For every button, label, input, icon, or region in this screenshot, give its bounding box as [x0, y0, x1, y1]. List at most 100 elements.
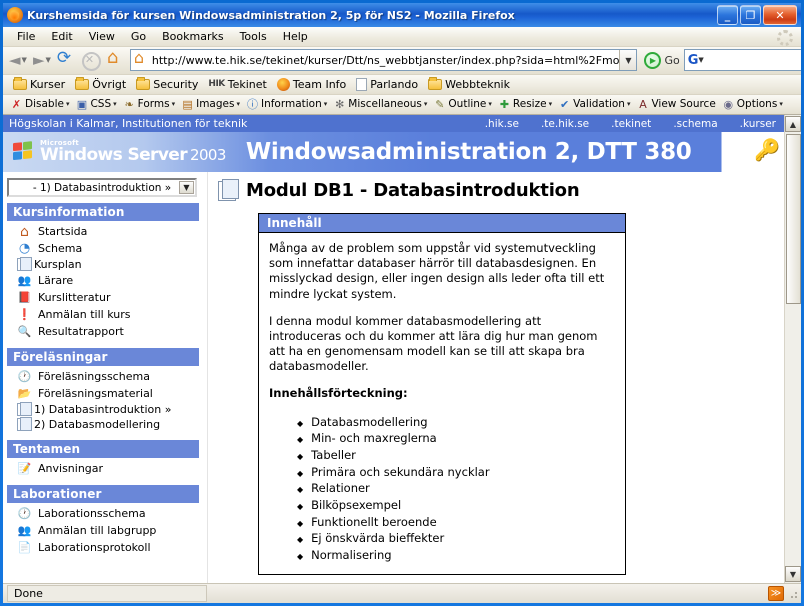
- search-engine-dropdown-icon[interactable]: ▼: [698, 56, 703, 64]
- devtool-label: Miscellaneous: [348, 98, 422, 111]
- site-banner: Microsoft Windows Server 2003 Windowsadm…: [3, 132, 784, 172]
- menu-go[interactable]: Go: [123, 28, 154, 45]
- resize-gripper[interactable]: [787, 588, 799, 600]
- windows-server-logo: Microsoft Windows Server 2003: [13, 140, 226, 164]
- devtool-css[interactable]: ▣ CSS ▾: [72, 97, 119, 112]
- devtool-resize[interactable]: ✚ Resize ▾: [495, 97, 555, 112]
- bookmark-webbteknik[interactable]: Webbteknik: [424, 76, 514, 92]
- maximize-button[interactable]: ❐: [740, 5, 761, 25]
- devtool-view-source[interactable]: A View Source: [633, 97, 718, 112]
- forward-dropdown-icon[interactable]: ▼: [45, 56, 50, 64]
- site-link-te-hik[interactable]: .te.hik.se: [541, 118, 589, 130]
- devtool-disable[interactable]: ✗ Disable ▾: [7, 97, 72, 112]
- chevron-down-icon: ▾: [423, 100, 428, 109]
- scroll-up-button[interactable]: ▲: [785, 116, 801, 132]
- devtool-miscellaneous[interactable]: ✻ Miscellaneous ▾: [330, 97, 430, 112]
- sidebar-item-resultatrapport[interactable]: Resultatrapport: [7, 323, 203, 340]
- bookmark-ovrigt[interactable]: Övrigt: [71, 76, 130, 92]
- minimize-button[interactable]: _: [717, 5, 738, 25]
- sidebar-item-forelasningsschema[interactable]: Föreläsningsschema: [7, 368, 203, 385]
- reload-button[interactable]: [55, 48, 77, 72]
- toc-item-label: Relationer: [311, 481, 370, 496]
- panel-paragraph-2: I denna modul kommer databasmodellering …: [269, 313, 598, 374]
- forward-button[interactable]: ► ▼: [31, 48, 53, 72]
- menu-view[interactable]: View: [81, 28, 123, 45]
- bookmark-tekinet[interactable]: HIK Tekinet: [204, 77, 270, 92]
- address-bar[interactable]: http://www.te.hik.se/tekinet/kurser/Dtt/…: [129, 48, 638, 72]
- sidebar-item-databasmodellering[interactable]: 2) Databasmodellering: [7, 417, 203, 432]
- key-icon: 🔑: [754, 138, 781, 162]
- sidebar-item-laborationsschema[interactable]: Laborationsschema: [7, 505, 203, 522]
- devtool-validation[interactable]: ✔ Validation ▾: [555, 97, 633, 112]
- devtool-label: Information: [260, 98, 322, 111]
- site-links: .hik.se .te.hik.se .tekinet .schema .kur…: [485, 118, 776, 130]
- site-link-hik[interactable]: .hik.se: [485, 118, 519, 130]
- sidebar-item-label: Schema: [38, 242, 83, 255]
- site-link-schema[interactable]: .schema: [673, 118, 717, 130]
- options-icon: ◉: [723, 97, 734, 111]
- stop-button[interactable]: [79, 48, 101, 72]
- sidebar-item-laborationsprotokoll[interactable]: Laborationsprotokoll: [7, 539, 203, 556]
- devtool-images[interactable]: ▤ Images ▾: [178, 97, 243, 112]
- course-title: Windowsadministration 2, DTT 380: [245, 139, 692, 165]
- nav-list: Laborationsschema Anmälan till labgrupp …: [7, 503, 203, 556]
- page-scrollbar[interactable]: ▲ ▼: [784, 115, 801, 583]
- back-dropdown-icon[interactable]: ▼: [22, 56, 27, 64]
- sidebar-item-larare[interactable]: Lärare: [7, 272, 203, 289]
- scroll-down-button[interactable]: ▼: [785, 566, 801, 582]
- rss-icon[interactable]: ≫: [768, 586, 784, 601]
- devtool-options[interactable]: ◉ Options ▾: [719, 97, 786, 112]
- bookmark-team-info[interactable]: Team Info: [273, 77, 350, 92]
- sidebar-item-anvisningar[interactable]: Anvisningar: [7, 460, 203, 477]
- folder-icon: [428, 76, 443, 90]
- close-button[interactable]: ✕: [763, 5, 797, 25]
- search-input[interactable]: G ▼: [683, 49, 801, 72]
- sidebar-item-label: Resultatrapport: [38, 325, 124, 338]
- folder-icon: [17, 386, 32, 401]
- address-history-dropdown-icon[interactable]: ▼: [619, 50, 637, 71]
- bookmark-security[interactable]: Security: [132, 76, 202, 92]
- menu-tools[interactable]: Tools: [232, 28, 275, 45]
- nav-group-laborationer: Laborationer Laborationsschema Anmälan t…: [7, 485, 203, 556]
- miscellaneous-icon: ✻: [335, 97, 345, 111]
- menu-file[interactable]: File: [9, 28, 43, 45]
- toc-item-label: Ej önskvärda bieffekter: [311, 531, 445, 546]
- menu-edit[interactable]: Edit: [43, 28, 80, 45]
- nav-group-heading: Föreläsningar: [7, 348, 199, 366]
- toc-item-label: Databasmodellering: [311, 414, 428, 429]
- site-link-kurser[interactable]: .kurser: [740, 118, 776, 130]
- sidebar-item-forelasningsmaterial[interactable]: Föreläsningsmaterial: [7, 385, 203, 402]
- sidebar-item-anmalan-till-labgrupp[interactable]: Anmälan till labgrupp: [7, 522, 203, 539]
- module-select[interactable]: - 1) Databasintroduktion » ▼: [7, 178, 197, 197]
- site-link-tekinet[interactable]: .tekinet: [611, 118, 651, 130]
- images-icon: ▤: [182, 97, 193, 111]
- bookmark-parlando[interactable]: Parlando: [352, 77, 422, 92]
- globe-icon: [17, 241, 32, 256]
- home-button[interactable]: [103, 47, 125, 72]
- chevron-down-icon: ▾: [779, 100, 783, 109]
- toc-item: Primära och sekundära nycklar: [297, 464, 615, 481]
- devtool-information[interactable]: ⓘ Information ▾: [243, 97, 330, 112]
- home-icon: [17, 224, 32, 239]
- devtool-outline[interactable]: ✎ Outline ▾: [430, 97, 495, 112]
- sidebar-item-schema[interactable]: Schema: [7, 240, 203, 257]
- sidebar-item-kurslitteratur[interactable]: Kurslitteratur: [7, 289, 203, 306]
- scrollbar-track[interactable]: ▲: [785, 115, 801, 565]
- sidebar-item-databasintroduktion[interactable]: 1) Databasintroduktion »: [7, 402, 203, 417]
- bookmark-kurser[interactable]: Kurser: [9, 76, 69, 92]
- sidebar-item-label: Kurslitteratur: [38, 291, 111, 304]
- go-button[interactable]: ▶ Go: [642, 51, 681, 69]
- sidebar-item-startsida[interactable]: Startsida: [7, 223, 203, 240]
- menu-help[interactable]: Help: [275, 28, 316, 45]
- sidebar-item-kursplan[interactable]: Kursplan: [7, 257, 203, 272]
- scrollbar-thumb[interactable]: [785, 134, 801, 304]
- sidebar-item-anmalan-till-kurs[interactable]: Anmälan till kurs: [7, 306, 203, 323]
- devtool-forms[interactable]: ❧ Forms ▾: [120, 97, 178, 112]
- minimize-icon: _: [724, 8, 731, 22]
- home-icon: [105, 47, 123, 69]
- exam-icon: [17, 461, 32, 476]
- back-button[interactable]: ◄ ▼: [7, 48, 29, 72]
- chevron-down-icon[interactable]: ▼: [179, 181, 194, 194]
- sidebar-item-label: Föreläsningsmaterial: [38, 387, 153, 400]
- menu-bookmarks[interactable]: Bookmarks: [154, 28, 231, 45]
